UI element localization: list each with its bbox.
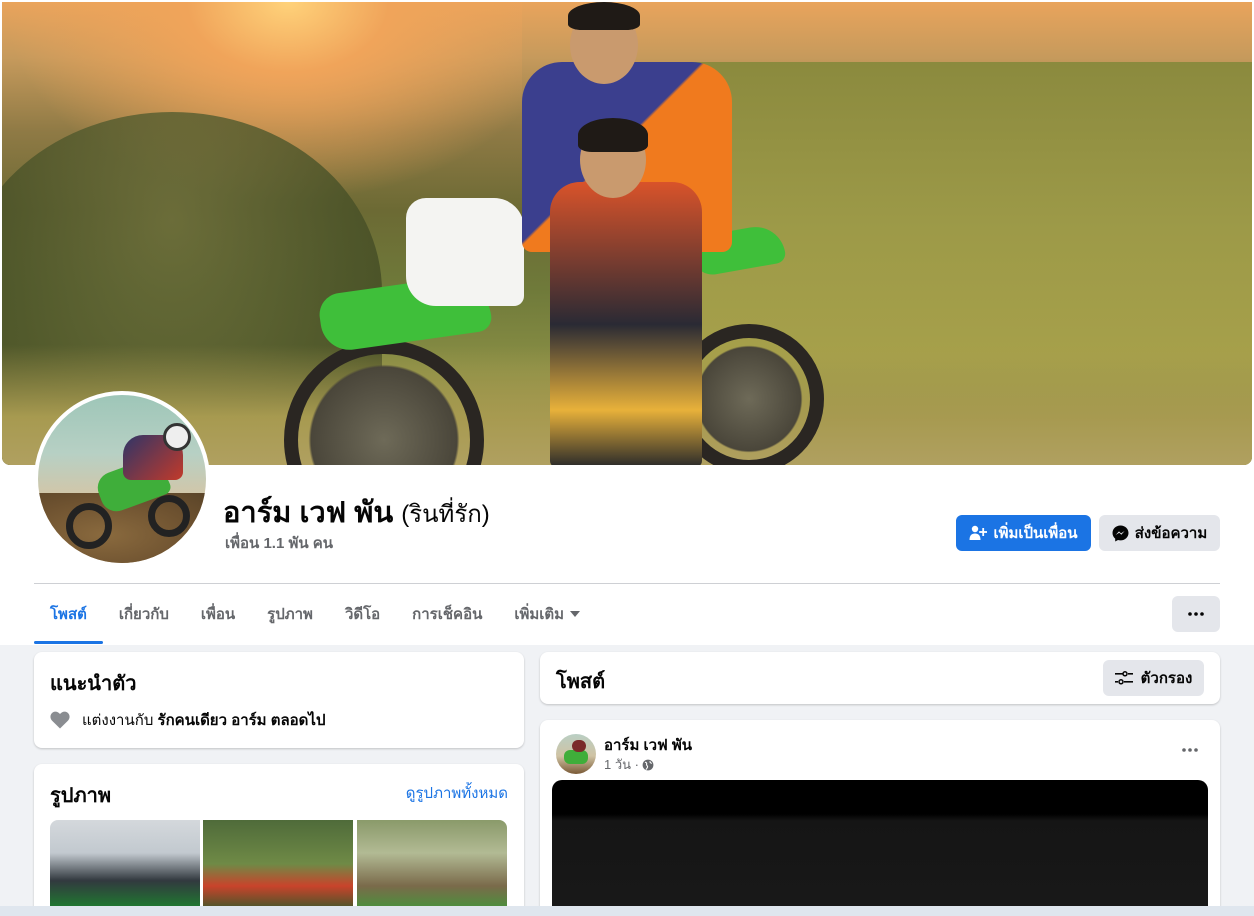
add-friend-button[interactable]: เพิ่มเป็นเพื่อน xyxy=(956,515,1091,551)
tab-photos[interactable]: รูปภาพ xyxy=(251,584,329,644)
ellipsis-icon xyxy=(1188,612,1204,616)
cover-bike-headlight xyxy=(406,198,524,306)
messenger-icon xyxy=(1112,525,1129,541)
heart-icon xyxy=(50,711,70,729)
tab-about-label: เกี่ยวกับ xyxy=(118,606,169,623)
relationship-partner-link[interactable]: รักคนเดียว อาร์ม ตลอดไป xyxy=(158,712,326,729)
photo-thumbnail[interactable] xyxy=(357,820,507,916)
posts-title: โพสต์ xyxy=(556,671,606,693)
tab-checkins-label: การเช็คอิน xyxy=(412,606,483,623)
post-avatar-bike xyxy=(564,750,588,764)
profile-header: อาร์ม เวฟ พัน (รินที่รัก) เพื่อน 1.1 พัน… xyxy=(0,0,1254,645)
photo-thumbnail[interactable] xyxy=(50,820,200,916)
tab-posts-label: โพสต์ xyxy=(50,606,87,623)
filter-sliders-icon xyxy=(1114,671,1133,685)
tab-more[interactable]: เพิ่มเติม xyxy=(498,584,596,644)
photo-thumbnail[interactable] xyxy=(203,820,353,916)
intro-card: แนะนำตัว xyxy=(34,652,524,748)
globe-icon xyxy=(642,759,654,770)
photos-title[interactable]: รูปภาพ xyxy=(50,779,111,811)
tab-checkins[interactable]: การเช็คอิน xyxy=(396,584,498,644)
tab-about[interactable]: เกี่ยวกับ xyxy=(103,584,185,644)
cover-child-hair xyxy=(578,118,648,152)
tab-more-label: เพิ่มเติม xyxy=(514,606,565,623)
avatar-helmet xyxy=(163,423,191,451)
intro-title: แนะนำตัว xyxy=(50,673,137,695)
cover-photo[interactable] xyxy=(2,2,1252,465)
relationship-prefix: แต่งงานกับ xyxy=(82,712,154,729)
message-button[interactable]: ส่งข้อความ xyxy=(1099,515,1220,551)
profile-avatar[interactable] xyxy=(34,391,210,567)
person-plus-icon xyxy=(969,525,988,540)
avatar-wheel-front xyxy=(66,503,112,549)
post-meta: 1 วัน · xyxy=(604,754,654,775)
message-label: ส่งข้อความ xyxy=(1134,525,1208,542)
browser-bottom-strip xyxy=(0,906,1254,916)
tab-posts[interactable]: โพสต์ xyxy=(34,584,103,644)
profile-alternate-name: (รินที่รัก) xyxy=(401,501,490,528)
post-video[interactable] xyxy=(552,780,1208,916)
add-friend-label: เพิ่มเป็นเพื่อน xyxy=(993,525,1078,542)
cover-child-rider xyxy=(550,182,702,465)
tab-videos-label: วิดีโอ xyxy=(344,606,381,623)
post-card: อาร์ม เวฟ พัน 1 วัน · xyxy=(540,720,1220,916)
posts-header-card: โพสต์ ตัวกรอง xyxy=(540,652,1220,704)
relationship-text: แต่งงานกับ รักคนเดียว อาร์ม ตลอดไป xyxy=(82,708,325,732)
profile-name: อาร์ม เวฟ พัน (รินที่รัก) xyxy=(223,489,490,535)
avatar-wheel-rear xyxy=(148,495,190,537)
filter-label: ตัวกรอง xyxy=(1140,670,1193,687)
friend-count[interactable]: เพื่อน 1.1 พัน คน xyxy=(225,531,333,555)
photos-card: รูปภาพ ดูรูปภาพทั้งหมด xyxy=(34,764,524,916)
post-author-avatar[interactable] xyxy=(556,734,596,774)
relationship-row: แต่งงานกับ รักคนเดียว อาร์ม ตลอดไป xyxy=(50,708,325,732)
ellipsis-icon xyxy=(1182,748,1198,752)
profile-tabs: โพสต์ เกี่ยวกับ เพื่อน รูปภาพ วิดีโอ การ… xyxy=(34,584,596,644)
tab-videos[interactable]: วิดีโอ xyxy=(329,584,396,644)
cover-adult-hair xyxy=(568,2,640,30)
tab-photos-label: รูปภาพ xyxy=(267,606,313,623)
post-options-button[interactable] xyxy=(1172,736,1208,764)
post-timestamp[interactable]: 1 วัน · xyxy=(604,754,639,775)
filter-button[interactable]: ตัวกรอง xyxy=(1103,660,1204,696)
tab-friends[interactable]: เพื่อน xyxy=(185,584,251,644)
tab-friends-label: เพื่อน xyxy=(200,606,236,623)
see-all-photos-link[interactable]: ดูรูปภาพทั้งหมด xyxy=(406,781,508,805)
caret-down-icon xyxy=(570,611,581,617)
post-avatar-rider xyxy=(572,740,586,752)
profile-display-name: อาร์ม เวฟ พัน xyxy=(223,497,394,529)
profile-more-button[interactable] xyxy=(1172,596,1220,632)
